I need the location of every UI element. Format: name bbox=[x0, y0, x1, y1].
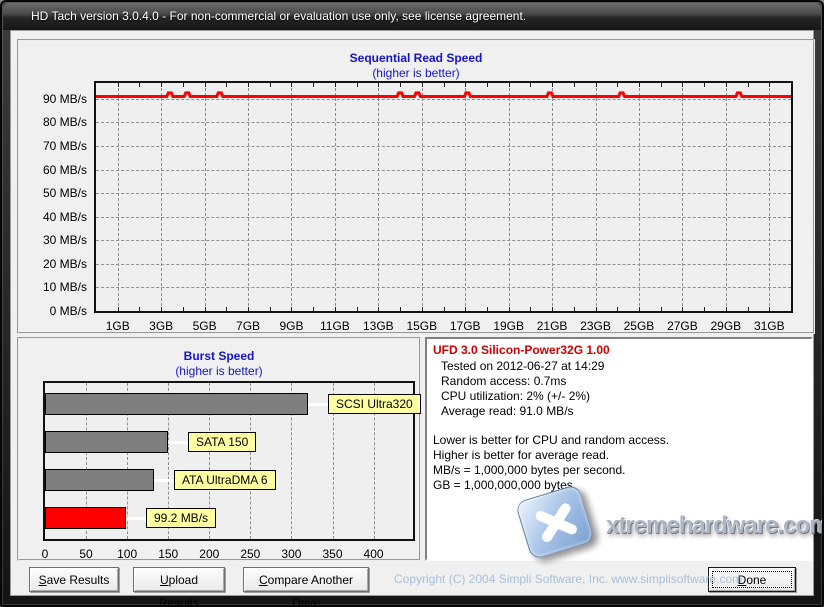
burst-bar-label: 99.2 MB/s bbox=[146, 508, 217, 528]
seq-y-tick-label: 30 MB/s bbox=[42, 233, 87, 248]
seq-y-tick-label: 10 MB/s bbox=[42, 280, 87, 295]
sequential-chart-subtitle: (higher is better) bbox=[372, 66, 460, 80]
note-line: GB = 1,000,000,000 bytes. bbox=[433, 478, 577, 492]
drive-name: UFD 3.0 Silicon-Power32G 1.00 bbox=[433, 343, 610, 357]
seq-x-tick-label: 23GB bbox=[580, 319, 611, 333]
burst-bar bbox=[45, 431, 168, 453]
seq-y-tick-label: 70 MB/s bbox=[42, 138, 87, 153]
burst-x-tick-label: 200 bbox=[199, 547, 220, 561]
seq-x-tick-label: 13GB bbox=[363, 319, 394, 333]
random-access-line: Random access: 0.7ms bbox=[441, 374, 567, 388]
burst-x-tick-label: 400 bbox=[363, 547, 384, 561]
copyright-text: Copyright (C) 2004 Simpli Software, Inc.… bbox=[394, 572, 743, 586]
seq-y-tick-label: 90 MB/s bbox=[42, 91, 87, 106]
burst-bar-label: SCSI Ultra320 bbox=[328, 394, 421, 414]
sequential-read-panel: Sequential Read Speed (higher is better)… bbox=[17, 39, 815, 334]
seq-y-tick-label: 60 MB/s bbox=[42, 162, 87, 177]
seq-x-tick-label: 15GB bbox=[406, 319, 438, 333]
seq-x-tick-label: 19GB bbox=[493, 319, 524, 333]
compare-another-drive-label: Compare Another Drive bbox=[258, 573, 354, 607]
seq-x-tick-label: 17GB bbox=[449, 319, 481, 333]
burst-x-tick-label: 150 bbox=[158, 547, 179, 561]
sequential-chart-title: Sequential Read Speed bbox=[349, 51, 483, 65]
seq-x-tick-label: 3GB bbox=[149, 319, 174, 333]
average-read-line: Average read: 91.0 MB/s bbox=[441, 404, 574, 418]
seq-x-tick-label: 27GB bbox=[667, 319, 698, 333]
window-title: HD Tach version 3.0.4.0 - For non-commer… bbox=[31, 9, 527, 23]
seq-x-tick-label: 11GB bbox=[320, 319, 350, 333]
note-line: MB/s = 1,000,000 bytes per second. bbox=[433, 463, 626, 477]
burst-bar-label: ATA UltraDMA 6 bbox=[174, 470, 276, 490]
burst-speed-panel: Burst Speed (higher is better) SCSI Ultr… bbox=[17, 337, 421, 561]
seq-y-tick-label: 20 MB/s bbox=[42, 256, 87, 271]
seq-x-tick-label: 1GB bbox=[105, 319, 130, 333]
compare-another-drive-button[interactable]: Compare Another Drive bbox=[243, 567, 369, 605]
note-line: Higher is better for average read. bbox=[433, 448, 610, 462]
seq-y-tick-label: 0 MB/s bbox=[49, 304, 87, 318]
burst-bar-label: SATA 150 bbox=[188, 432, 257, 452]
read-speed-line bbox=[96, 91, 791, 98]
bar-label-connector bbox=[308, 403, 328, 406]
seq-y-tick-label: 50 MB/s bbox=[42, 186, 87, 201]
burst-bar bbox=[45, 507, 126, 529]
seq-x-tick-label: 21GB bbox=[536, 319, 568, 333]
burst-x-tick-label: 100 bbox=[117, 547, 138, 561]
bar-label-connector bbox=[168, 441, 188, 444]
burst-plot: SCSI Ultra320 SATA 150 ATA UltraDMA 6 99.2 … bbox=[43, 381, 421, 541]
seq-x-tick-label: 25GB bbox=[623, 319, 655, 333]
bar-label-connector bbox=[154, 479, 174, 482]
seq-x-tick-label: 31GB bbox=[753, 319, 785, 333]
title-bar[interactable]: HD Tach version 3.0.4.0 - For non-commer… bbox=[3, 3, 821, 30]
seq-x-tick-label: 5GB bbox=[192, 319, 217, 333]
seq-x-tick-label: 9GB bbox=[279, 319, 304, 333]
save-results-button[interactable]: Save Results bbox=[29, 567, 119, 592]
results-info-panel: UFD 3.0 Silicon-Power32G 1.00 Tested on … bbox=[425, 337, 813, 561]
burst-chart-subtitle: (higher is better) bbox=[175, 364, 263, 378]
burst-x-tick-label: 50 bbox=[79, 547, 93, 561]
seq-plot bbox=[94, 81, 793, 313]
tested-on-line: Tested on 2012-06-27 at 14:29 bbox=[441, 359, 605, 373]
burst-bar bbox=[45, 393, 308, 415]
upload-results-label: Upload Results bbox=[158, 573, 199, 607]
seq-x-tick-label: 7GB bbox=[236, 319, 261, 333]
burst-x-tick-label: 300 bbox=[281, 547, 302, 561]
seq-y-tick-label: 40 MB/s bbox=[42, 209, 87, 224]
burst-x-tick-label: 250 bbox=[240, 547, 261, 561]
client-area: Sequential Read Speed (higher is better)… bbox=[10, 30, 815, 605]
bar-label-connector bbox=[126, 517, 146, 520]
cpu-utilization-line: CPU utilization: 2% (+/- 2%) bbox=[441, 389, 591, 403]
burst-x-tick-label: 350 bbox=[322, 547, 343, 561]
seq-x-tick-label: 29GB bbox=[710, 319, 742, 333]
note-line: Lower is better for CPU and random acces… bbox=[433, 433, 670, 447]
save-results-label: Save Results bbox=[38, 573, 110, 587]
burst-bar bbox=[45, 469, 154, 491]
upload-results-button[interactable]: Upload Results bbox=[133, 567, 225, 605]
seq-y-tick-label: 80 MB/s bbox=[42, 115, 87, 130]
burst-chart-title: Burst Speed bbox=[183, 349, 255, 363]
hd-tach-window: HD Tach version 3.0.4.0 - For non-commer… bbox=[0, 0, 824, 607]
burst-x-tick-label: 0 bbox=[41, 547, 49, 561]
